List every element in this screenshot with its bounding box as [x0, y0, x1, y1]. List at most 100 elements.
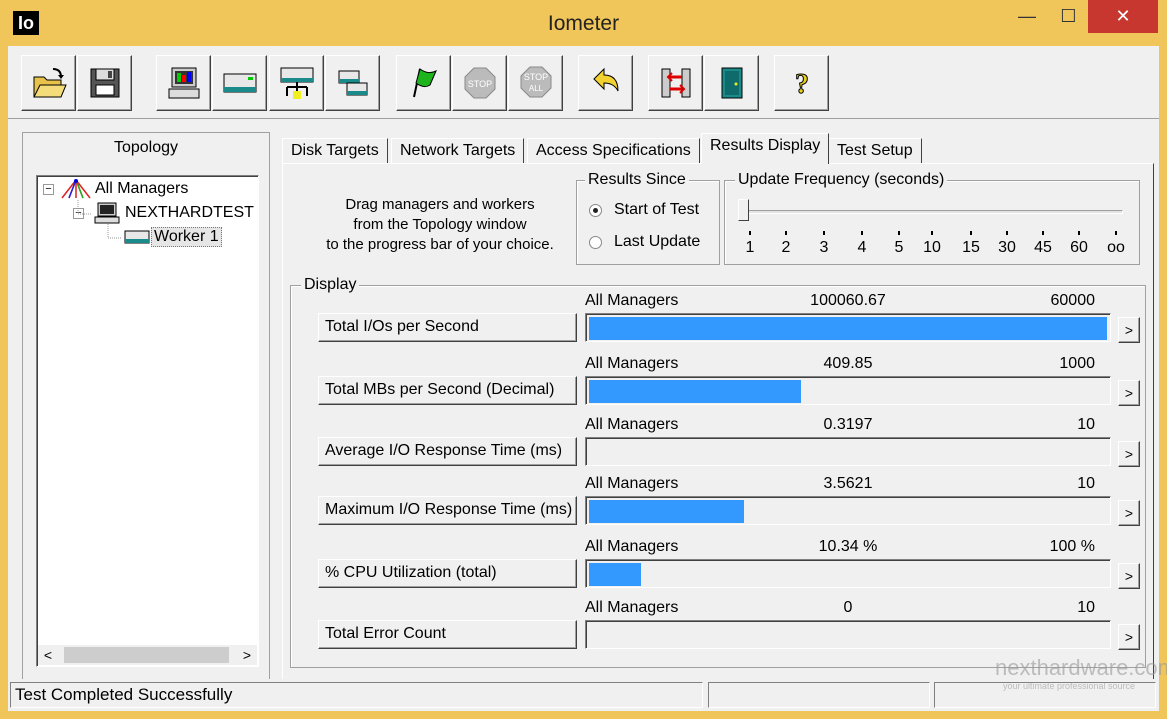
frequency-tick-label: 30 — [998, 239, 1016, 256]
exit-button[interactable] — [704, 55, 759, 111]
disconnect-icon — [661, 68, 690, 98]
frequency-tick-label: 10 — [923, 239, 941, 256]
frequency-tick-label: 1 — [745, 239, 755, 256]
stop-button[interactable]: STOP — [452, 55, 507, 111]
metric-bar-fill — [589, 317, 1107, 340]
duplicate-worker-button[interactable] — [325, 55, 380, 111]
minimize-button[interactable]: — — [1004, 0, 1050, 33]
frequency-tick — [861, 231, 863, 235]
drag-instructions: Drag managers and workers from the Topol… — [300, 195, 580, 255]
radio-button[interactable] — [589, 235, 602, 249]
frequency-tick — [1078, 231, 1080, 235]
metric-progress-bar[interactable] — [585, 376, 1111, 405]
tree-label: Worker 1 — [151, 227, 222, 247]
metric-max: 60000 — [1050, 292, 1096, 309]
radio-last-update[interactable]: Last Update — [589, 231, 700, 253]
radio-label: Start of Test — [614, 201, 700, 218]
metric-manager: All Managers — [585, 416, 679, 433]
metric-value: 10.34 % — [818, 538, 878, 555]
save-button[interactable] — [77, 55, 132, 111]
reset-workers-button[interactable] — [578, 55, 633, 111]
metric-progress-bar[interactable] — [585, 437, 1111, 466]
start-network-worker-button[interactable] — [269, 55, 324, 111]
tab-results-display[interactable]: Results Display — [701, 133, 830, 164]
frequency-tick — [931, 231, 933, 235]
metric-more-button[interactable]: > — [1118, 500, 1140, 526]
tab-network-targets[interactable]: Network Targets — [391, 138, 525, 164]
metric-bar-fill — [589, 563, 641, 586]
metric-more-button[interactable]: > — [1118, 380, 1140, 406]
scroll-thumb[interactable] — [64, 647, 229, 663]
frequency-tick-label: 60 — [1070, 239, 1088, 256]
tab-access-specifications[interactable]: Access Specifications — [527, 138, 700, 164]
frequency-tick — [1042, 231, 1044, 235]
start-tests-button[interactable] — [396, 55, 451, 111]
metric-max: 10 — [1077, 416, 1095, 433]
maximize-button[interactable]: ☐ — [1050, 0, 1087, 33]
radio-button[interactable] — [589, 203, 602, 217]
metric-more-button[interactable]: > — [1118, 441, 1140, 467]
title-bar[interactable]: Io Iometer — ☐ ✕ — [0, 0, 1167, 46]
stop-all-icon: STOP ALL — [520, 66, 551, 98]
metric-manager: All Managers — [585, 538, 679, 555]
status-message: Test Completed Successfully — [10, 682, 703, 708]
duplicate-icon — [338, 70, 367, 96]
watermark-tagline: your ultimate professional source — [1003, 681, 1136, 691]
scroll-right-button[interactable]: > — [237, 645, 257, 665]
metric-selector-button[interactable]: Total MBs per Second (Decimal) — [318, 376, 577, 405]
open-button[interactable] — [21, 55, 76, 111]
frequency-tick-label: 3 — [819, 239, 829, 256]
topology-panel: Topology − All Managers − NEXTHARDTEST W… — [22, 132, 270, 682]
frequency-tick-label: 2 — [781, 239, 791, 256]
frequency-tick-label: 45 — [1034, 239, 1052, 256]
topology-tree[interactable]: − All Managers − NEXTHARDTEST Worker 1 <… — [36, 175, 259, 667]
metric-value: 409.85 — [823, 355, 873, 372]
metric-max: 10 — [1077, 475, 1095, 492]
metric-progress-bar[interactable] — [585, 496, 1111, 525]
start-display-button[interactable] — [156, 55, 211, 111]
about-button[interactable]: ? — [774, 55, 829, 111]
update-frequency-track[interactable] — [743, 210, 1123, 214]
metric-max: 1000 — [1059, 355, 1095, 372]
metric-progress-bar[interactable] — [585, 559, 1111, 588]
reset-arrow-icon — [592, 67, 618, 92]
window-title: Iometer — [547, 12, 620, 35]
tab-test-setup[interactable]: Test Setup — [828, 138, 922, 164]
frequency-tick — [1006, 231, 1008, 235]
metric-value: 0.3197 — [823, 416, 873, 433]
metric-value: 3.5621 — [823, 475, 873, 492]
frequency-tick — [898, 231, 900, 235]
metric-progress-bar[interactable] — [585, 313, 1111, 342]
topology-horizontal-scrollbar[interactable]: < > — [38, 645, 257, 665]
close-button[interactable]: ✕ — [1088, 0, 1158, 33]
disconnect-button[interactable] — [648, 55, 703, 111]
metric-manager: All Managers — [585, 475, 679, 492]
start-disk-worker-button[interactable] — [212, 55, 267, 111]
frequency-tick-label: 15 — [962, 239, 980, 256]
metric-selector-button[interactable]: Average I/O Response Time (ms) — [318, 437, 577, 466]
results-since-title: Results Since — [585, 171, 689, 189]
scroll-left-button[interactable]: < — [38, 645, 58, 665]
metric-manager: All Managers — [585, 599, 679, 616]
frequency-tick — [1115, 231, 1117, 235]
update-frequency-group: Update Frequency (seconds) 1 2 3 4 5 10 15 30 45… — [724, 171, 1140, 265]
frequency-tick — [749, 231, 751, 235]
tab-disk-targets[interactable]: Disk Targets — [282, 138, 388, 164]
stop-all-sublabel: ALL — [528, 84, 543, 93]
metric-more-button[interactable]: > — [1118, 317, 1140, 343]
metric-selector-button[interactable]: Total I/Os per Second — [318, 313, 577, 342]
update-frequency-slider[interactable] — [738, 199, 749, 221]
floppy-disk-icon — [90, 68, 119, 98]
stop-all-button[interactable]: STOP ALL — [508, 55, 563, 111]
metric-selector-button[interactable]: % CPU Utilization (total) — [318, 559, 577, 588]
network-worker-icon — [280, 67, 313, 99]
metric-bar-fill — [589, 380, 801, 403]
radio-start-of-test[interactable]: Start of Test — [589, 199, 699, 221]
metric-more-button[interactable]: > — [1118, 563, 1140, 589]
metric-manager: All Managers — [585, 355, 679, 372]
green-flag-icon — [412, 68, 437, 98]
metric-bar-fill — [589, 500, 744, 523]
metric-selector-button[interactable]: Total Error Count — [318, 620, 577, 649]
watermark-brand: nexthardware.com — [995, 655, 1167, 680]
metric-selector-button[interactable]: Maximum I/O Response Time (ms) — [318, 496, 577, 525]
